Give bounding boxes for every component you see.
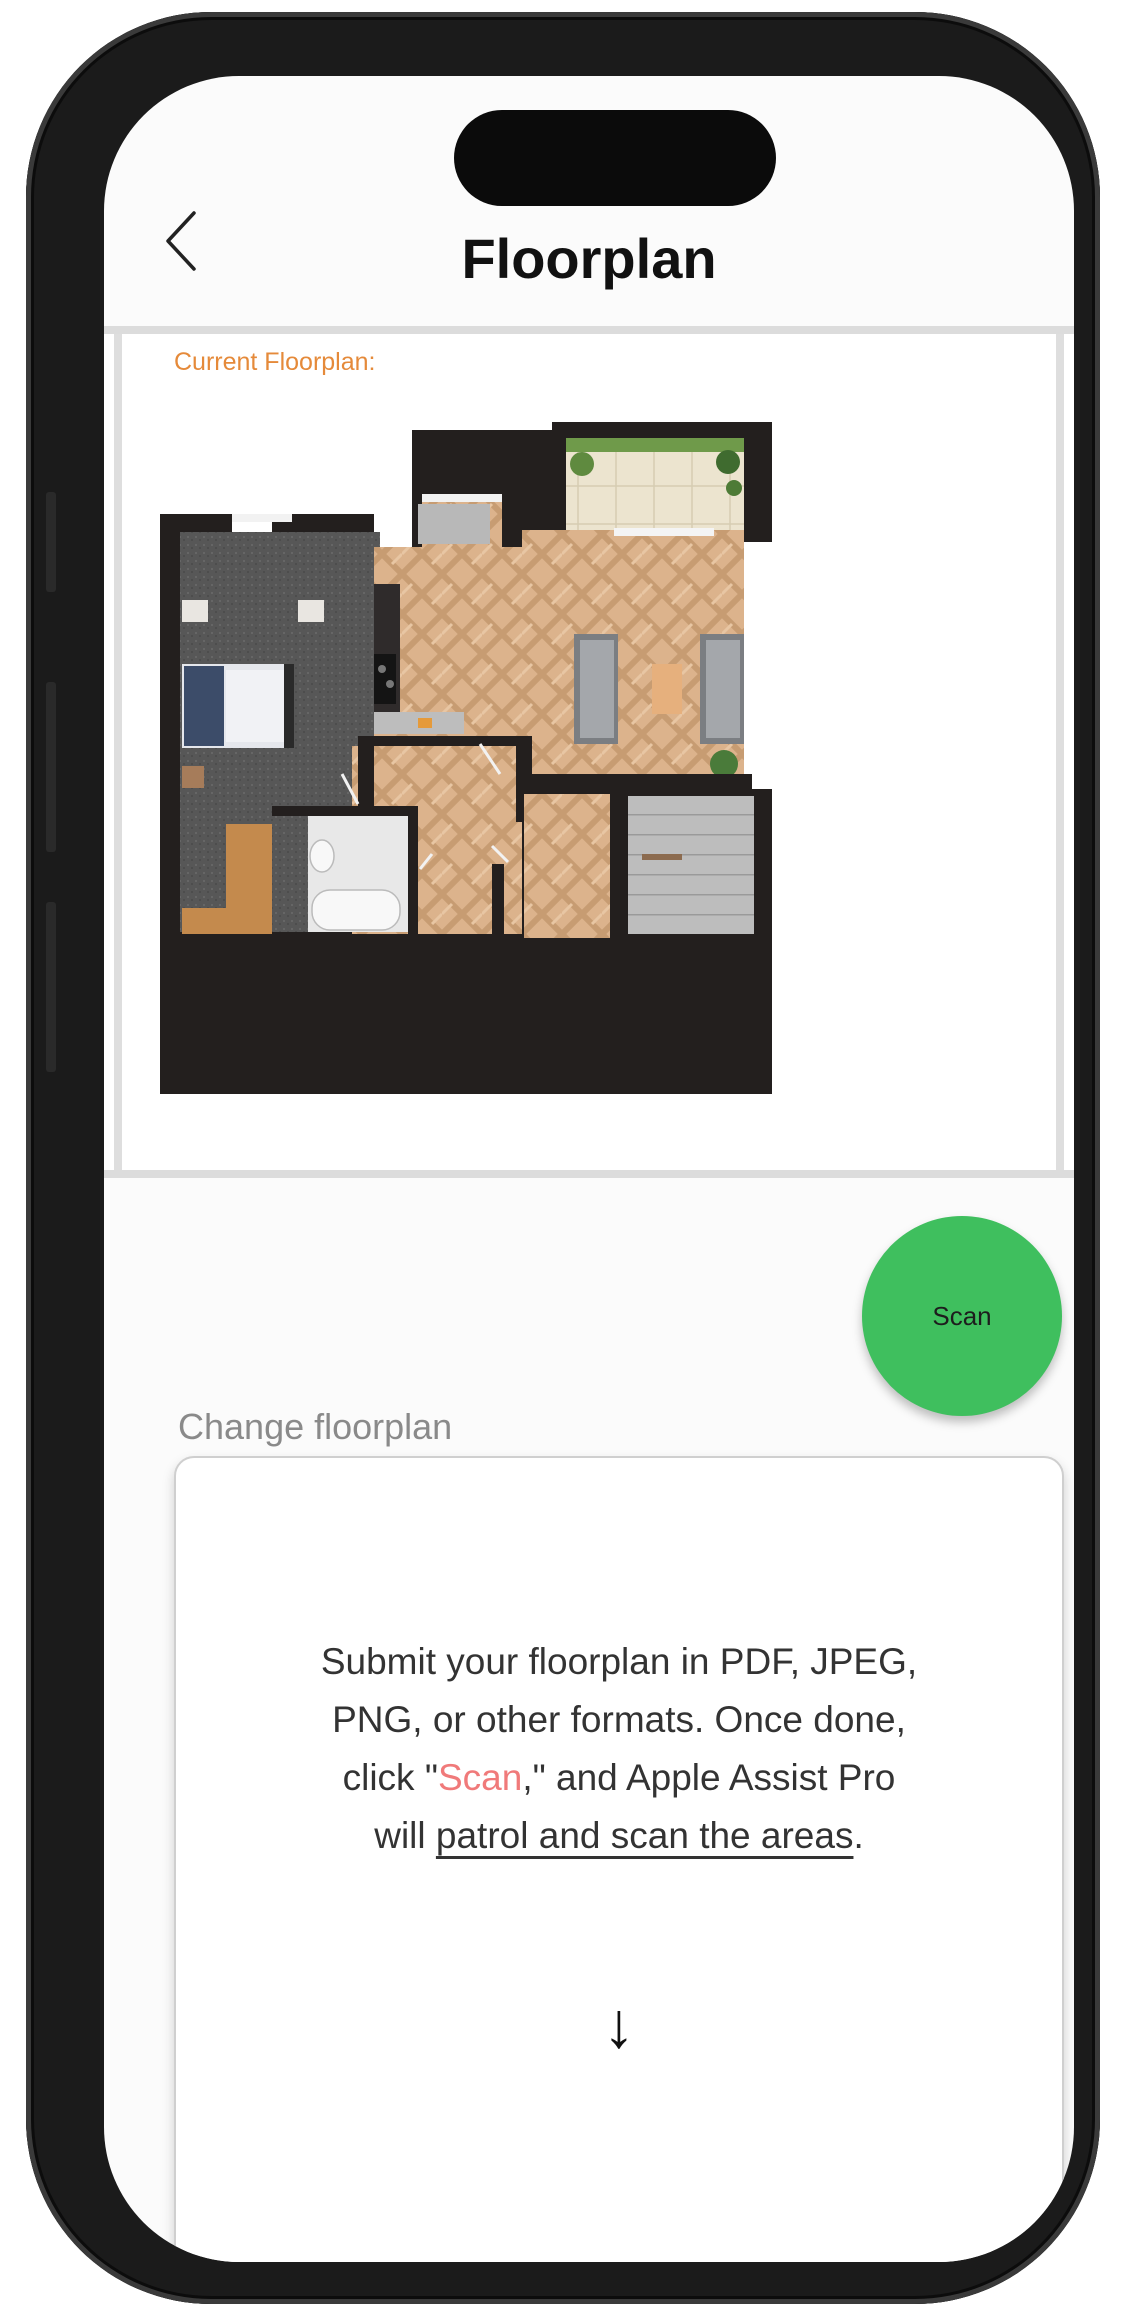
app-screen: Floorplan Current Floorplan: Scan Change… — [104, 76, 1074, 2262]
phone-side-button — [46, 902, 56, 1072]
instruction-line: ," and Apple Assist Pro — [522, 1757, 896, 1798]
phone-side-button — [46, 492, 56, 592]
patrol-scan-link[interactable]: patrol and scan the areas — [436, 1815, 854, 1856]
instruction-line: PNG, or other formats. Once done, — [332, 1699, 906, 1740]
floorplan-panel: Current Floorplan: — [104, 326, 1074, 1178]
scan-button[interactable]: Scan — [862, 1216, 1062, 1416]
instruction-line: . — [853, 1815, 864, 1856]
phone-side-button — [46, 682, 56, 852]
instruction-line: click " — [342, 1757, 438, 1798]
floorplan-frame: Current Floorplan: — [114, 334, 1064, 1170]
floorplan-upload-dropzone[interactable]: Submit your floorplan in PDF, JPEG, PNG,… — [174, 1456, 1064, 2262]
floorplan-image — [160, 422, 772, 1094]
dynamic-island — [454, 110, 776, 206]
arrow-down-icon: ↓ — [603, 1989, 635, 2061]
instruction-line: will — [374, 1815, 436, 1856]
scan-highlight: Scan — [437, 1757, 523, 1798]
upload-instructions: Submit your floorplan in PDF, JPEG, PNG,… — [236, 1633, 1002, 1865]
phone-frame: Floorplan Current Floorplan: Scan Change… — [26, 12, 1100, 2304]
instruction-line: Submit your floorplan in PDF, JPEG, — [320, 1641, 918, 1682]
page-title: Floorplan — [461, 227, 717, 290]
change-floorplan-heading: Change floorplan — [178, 1406, 453, 1447]
current-floorplan-label: Current Floorplan: — [174, 348, 376, 376]
